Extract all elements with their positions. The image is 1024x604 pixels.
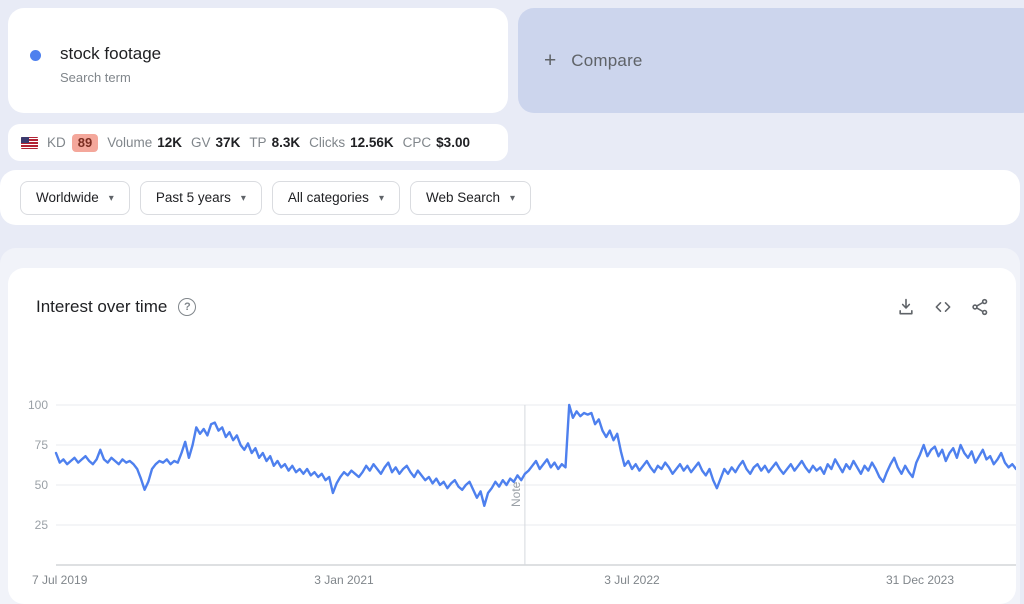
series-color-dot [30,50,41,61]
svg-text:50: 50 [35,478,49,492]
region-filter-dropdown[interactable]: Worldwide ▾ [20,180,130,215]
chart-title: Interest over time [36,297,168,316]
metric-label: CPC [402,135,432,150]
us-flag-icon [21,136,38,149]
chevron-down-icon: ▾ [240,193,246,204]
plus-icon: + [544,49,557,72]
metric-value: 37K [215,135,241,150]
metric-label: Clicks [309,135,346,150]
compare-label: Compare [571,50,643,70]
metric-label: Volume [107,135,153,150]
search-term-subtitle: Search term [60,70,131,85]
time-range-filter-dropdown[interactable]: Past 5 years ▾ [139,180,262,215]
embed-icon[interactable] [931,295,955,319]
search-term-title: stock footage [60,44,162,63]
interest-chart[interactable]: 25 50 75 100 Note 7 Jul 2019 3 Jan 2021 3 Jul 2… [8,385,1016,590]
download-icon[interactable] [894,295,918,319]
svg-text:7 Jul 2019: 7 Jul 2019 [32,573,88,587]
metric-value: 12.56K [350,135,394,150]
search-type-filter-dropdown[interactable]: Web Search ▾ [409,180,532,215]
chevron-down-icon: ▾ [510,193,516,204]
share-icon[interactable] [968,295,992,319]
svg-text:25: 25 [35,518,49,532]
svg-text:75: 75 [35,438,49,452]
metric-value: 12K [157,135,183,150]
compare-button[interactable]: + Compare [518,8,1024,113]
kd-badge: 89 [71,133,99,152]
svg-text:Note: Note [509,481,523,507]
metric-value: $3.00 [436,135,470,150]
svg-text:3 Jul 2022: 3 Jul 2022 [604,573,660,587]
metric-label: TP [249,135,267,150]
keyword-metrics-bar: KD 89 Volume 12K GV 37K TP 8.3K Clicks 1… [8,124,508,161]
svg-text:100: 100 [28,398,48,412]
help-icon[interactable]: ? [178,298,197,316]
category-filter-dropdown[interactable]: All categories ▾ [271,180,400,215]
svg-text:3 Jan 2021: 3 Jan 2021 [314,573,374,587]
svg-text:31 Dec 2023: 31 Dec 2023 [886,573,954,587]
filter-bar: Worldwide ▾ Past 5 years ▾ All categorie… [0,170,1020,225]
kd-label: KD [47,135,66,150]
search-term-card[interactable]: stock footage Search term [8,8,508,113]
chevron-down-icon: ▾ [378,193,384,204]
metric-value: 8.3K [271,135,301,150]
interest-over-time-card: Interest over time ? 25 50 75 100 Note 7 Jul … [8,268,1016,604]
chevron-down-icon: ▾ [108,193,114,204]
metric-label: GV [191,135,211,150]
